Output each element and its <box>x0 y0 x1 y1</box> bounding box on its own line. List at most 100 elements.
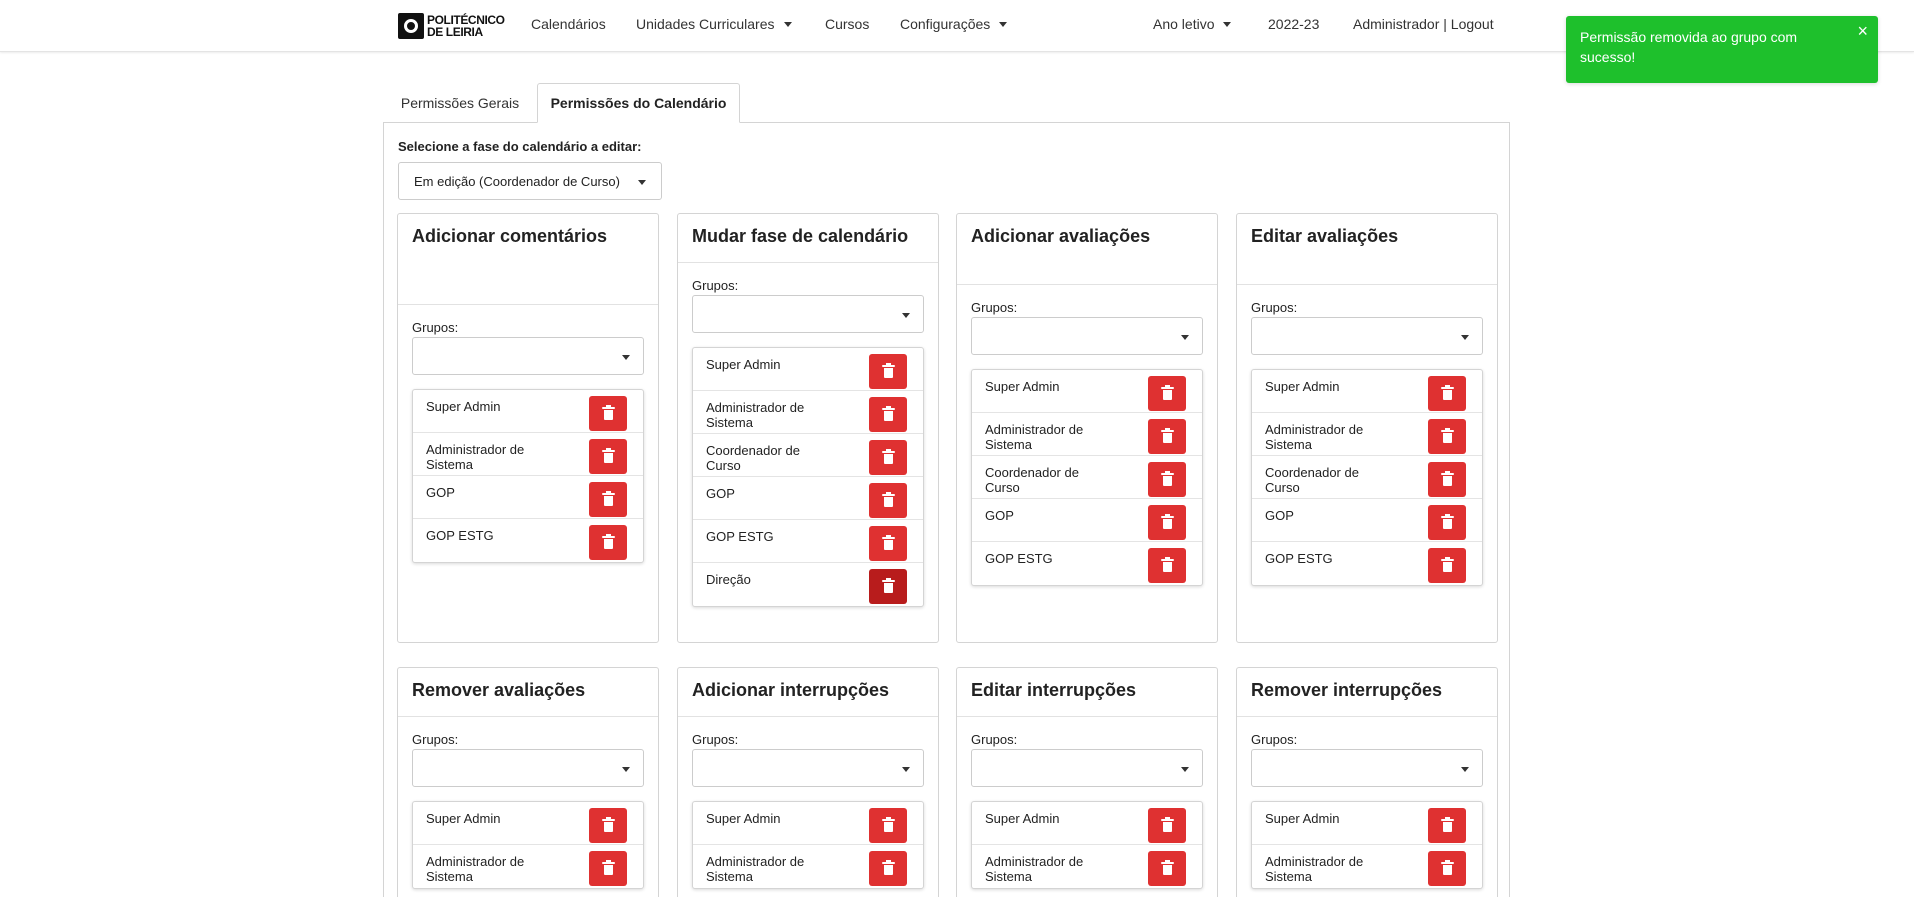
toast-message: Permissão removida ao grupo com sucesso! <box>1580 29 1798 65</box>
trash-lid <box>1160 430 1174 432</box>
remove-group-button[interactable] <box>869 440 907 475</box>
remove-group-button[interactable] <box>1148 851 1186 886</box>
trash-lid <box>1160 559 1174 561</box>
chevron-down-icon <box>1223 21 1232 27</box>
grupos-select[interactable] <box>971 749 1203 787</box>
remove-group-button[interactable] <box>869 851 907 886</box>
grupos-select[interactable] <box>412 749 644 787</box>
chevron-down-icon <box>622 355 630 360</box>
group-list: Super Admin Administrador de Sistema <box>1251 801 1483 889</box>
remove-group-button[interactable] <box>1148 419 1186 454</box>
trash-lid <box>601 819 615 821</box>
nav-label: Configurações <box>900 16 991 32</box>
trash-lid <box>1440 473 1454 475</box>
remove-group-button[interactable] <box>1428 548 1466 583</box>
remove-group-button[interactable] <box>869 354 907 389</box>
remove-group-button[interactable] <box>1148 808 1186 843</box>
trash-icon <box>601 405 615 420</box>
grupos-select[interactable] <box>971 317 1203 355</box>
nav-configuracoes[interactable]: Configurações <box>900 16 1008 32</box>
list-item: Administrador de Sistema <box>693 391 923 434</box>
remove-group-button[interactable] <box>589 851 627 886</box>
nav-user-logout[interactable]: Administrador | Logout <box>1353 16 1494 32</box>
nav-unidades-curriculares[interactable]: Unidades Curriculares <box>636 16 792 32</box>
phase-label: Selecione a fase do calendário a editar: <box>398 139 642 154</box>
remove-group-button[interactable] <box>869 808 907 843</box>
list-item: Administrador de Sistema <box>693 845 923 888</box>
group-name: GOP <box>985 508 1014 523</box>
nav-calendarios[interactable]: Calendários <box>531 16 606 32</box>
politecnico-leiria-logo[interactable]: POLITÉCNICO DE LEIRIA <box>398 13 505 39</box>
list-item: Administrador de Sistema <box>972 413 1202 456</box>
list-item: Direção <box>693 563 923 606</box>
trash-lid <box>601 536 615 538</box>
grupos-label: Grupos: <box>971 732 1018 747</box>
list-item: Coordenador de Curso <box>693 434 923 477</box>
trash-icon <box>1160 471 1174 486</box>
chevron-down-icon <box>1181 335 1189 340</box>
trash-lid <box>601 493 615 495</box>
list-item: GOP ESTG <box>1252 542 1482 585</box>
nav-ano-letivo[interactable]: Ano letivo <box>1153 16 1232 32</box>
remove-group-button[interactable] <box>589 439 627 474</box>
trash-lid <box>1160 516 1174 518</box>
list-item: Super Admin <box>1252 370 1482 413</box>
trash-lid <box>1440 430 1454 432</box>
grupos-label: Grupos: <box>971 300 1018 315</box>
list-item: Coordenador de Curso <box>1252 456 1482 499</box>
card-divider <box>678 262 938 263</box>
remove-group-button[interactable] <box>1148 505 1186 540</box>
nav-year-value[interactable]: 2022-23 <box>1268 16 1319 32</box>
remove-group-button[interactable] <box>589 808 627 843</box>
trash-body <box>603 496 613 506</box>
grupos-select[interactable] <box>692 749 924 787</box>
remove-group-button[interactable] <box>1428 462 1466 497</box>
grupos-select[interactable] <box>1251 317 1483 355</box>
remove-group-button[interactable] <box>1428 851 1466 886</box>
grupos-select[interactable] <box>412 337 644 375</box>
trash-body <box>1162 519 1172 529</box>
group-name: Super Admin <box>1265 379 1340 394</box>
grupos-select[interactable] <box>692 295 924 333</box>
grupos-select[interactable] <box>1251 749 1483 787</box>
card-title: Adicionar avaliações <box>971 226 1151 246</box>
remove-group-button[interactable] <box>1428 505 1466 540</box>
remove-group-button[interactable] <box>869 526 907 561</box>
remove-group-button[interactable] <box>869 397 907 432</box>
chevron-down-icon <box>622 767 630 772</box>
phase-select[interactable]: Em edição (Coordenador de Curso) <box>398 162 662 200</box>
group-name: GOP ESTG <box>1265 551 1333 566</box>
remove-group-button[interactable] <box>1148 462 1186 497</box>
group-name: Coordenador de Curso <box>706 443 800 473</box>
group-list: Super Admin Administrador de Sistema <box>971 801 1203 889</box>
remove-group-button[interactable] <box>869 569 907 604</box>
logo-icon <box>398 13 424 39</box>
trash-body <box>1162 822 1172 832</box>
tab-permissoes-calendario[interactable]: Permissões do Calendário <box>537 83 740 123</box>
trash-lid <box>1160 387 1174 389</box>
remove-group-button[interactable] <box>589 525 627 560</box>
phase-selected-value: Em edição (Coordenador de Curso) <box>414 174 620 189</box>
group-name: Administrador de Sistema <box>985 854 1084 884</box>
trash-icon <box>881 578 895 593</box>
nav-cursos[interactable]: Cursos <box>825 16 869 32</box>
remove-group-button[interactable] <box>1148 548 1186 583</box>
tab-permissoes-gerais[interactable]: Permissões Gerais <box>392 83 528 123</box>
card-title: Editar avaliações <box>1251 226 1399 246</box>
remove-group-button[interactable] <box>1148 376 1186 411</box>
trash-icon <box>1440 514 1454 529</box>
close-icon[interactable]: × <box>1857 22 1868 40</box>
remove-group-button[interactable] <box>869 483 907 518</box>
remove-group-button[interactable] <box>1428 376 1466 411</box>
card-divider <box>678 716 938 717</box>
trash-body <box>883 454 893 464</box>
card-title: Editar interrupções <box>971 680 1137 700</box>
remove-group-button[interactable] <box>1428 808 1466 843</box>
nav-label: Cursos <box>825 16 870 32</box>
card-title: Adicionar interrupções <box>692 680 890 700</box>
chevron-down-icon <box>1181 767 1189 772</box>
remove-group-button[interactable] <box>589 396 627 431</box>
card-title: Adicionar comentários <box>412 226 608 246</box>
remove-group-button[interactable] <box>1428 419 1466 454</box>
remove-group-button[interactable] <box>589 482 627 517</box>
